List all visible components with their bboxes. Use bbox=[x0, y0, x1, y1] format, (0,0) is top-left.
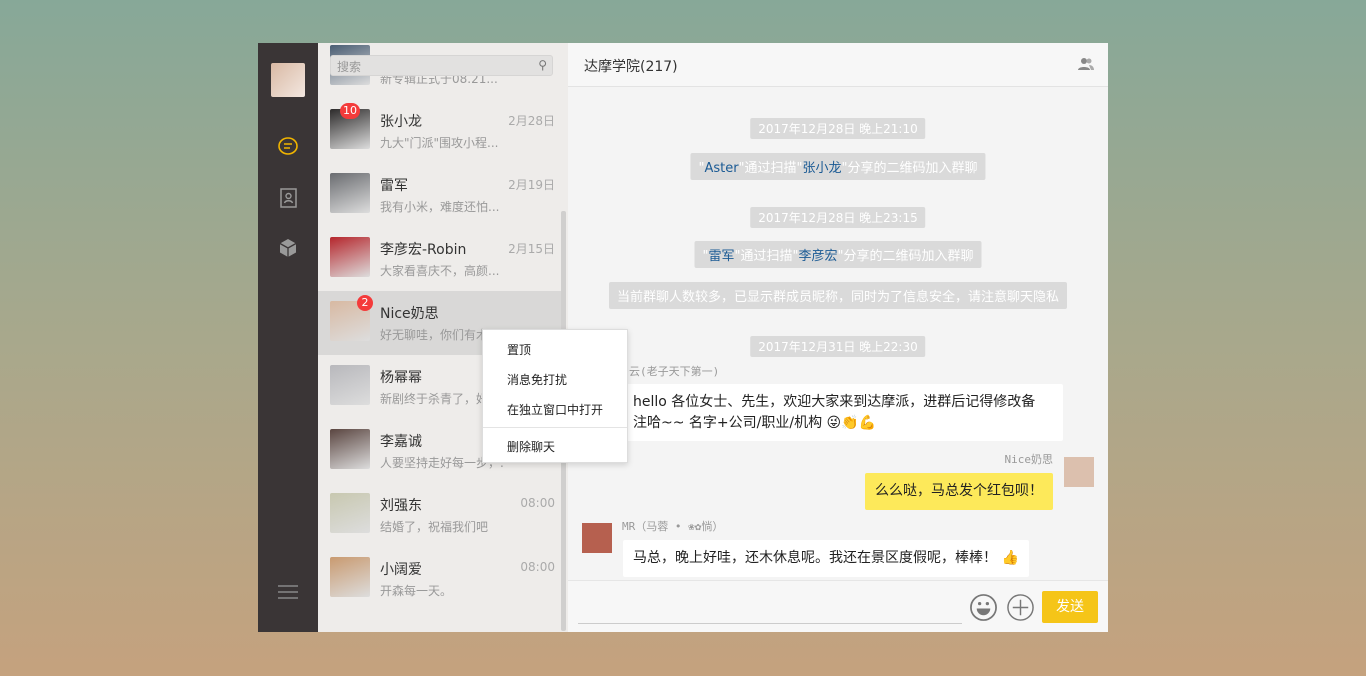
avatar bbox=[330, 429, 370, 469]
sender-name: Nice奶思 bbox=[1004, 453, 1054, 466]
unread-badge: 2 bbox=[357, 295, 373, 311]
avatar bbox=[330, 173, 370, 213]
chat-time: 2月15日 bbox=[508, 242, 555, 256]
chat-list-item[interactable]: 10 张小龙 九大"门派"围攻小程... 2月28日 bbox=[318, 99, 563, 163]
menu-icon[interactable] bbox=[276, 580, 300, 604]
avatar bbox=[1064, 457, 1094, 487]
chat-name: 杨幂幂 bbox=[380, 370, 422, 386]
chat-name: 张小龙 bbox=[380, 114, 422, 130]
chat-time: 2月19日 bbox=[508, 178, 555, 192]
chat-time: 2月28日 bbox=[508, 114, 555, 128]
chat-name: 李嘉诚 bbox=[380, 434, 422, 450]
chat-title: 达摩学院(217) bbox=[584, 59, 678, 75]
avatar bbox=[330, 365, 370, 405]
avatar bbox=[330, 557, 370, 597]
timestamp: 2017年12月31日 晚上22:30 bbox=[750, 336, 926, 357]
chat-panel: 达摩学院(217) 2017年12月28日 晚上21:10 "Aster"通过扫… bbox=[568, 43, 1108, 632]
join-notice: "Aster"通过扫描"张小龙"分享的二维码加入群聊 bbox=[690, 153, 986, 180]
contacts-nav-icon[interactable] bbox=[276, 186, 300, 210]
avatar bbox=[330, 493, 370, 533]
chat-window: 新专辑正式于08.21... 10 张小龙 九大"门派"围攻小程... 2月28… bbox=[258, 43, 1108, 632]
chat-header: 达摩学院(217) bbox=[568, 43, 1108, 87]
chat-time: 08:00 bbox=[520, 560, 555, 574]
menu-item-mute[interactable]: 消息免打扰 bbox=[507, 371, 567, 388]
chat-nav-icon[interactable] bbox=[276, 135, 300, 159]
chat-preview: 我有小米，难度还怕... bbox=[380, 200, 500, 214]
search-input[interactable]: 搜索 ⚲ bbox=[330, 55, 553, 76]
message-bubble-self: 么么哒，马总发个红包呗！ bbox=[865, 473, 1053, 510]
menu-item-open-window[interactable]: 在独立窗口中打开 bbox=[507, 401, 603, 418]
chat-preview: 结婚了，祝福我们吧 bbox=[380, 520, 489, 534]
message-input[interactable] bbox=[578, 623, 962, 624]
emoji-icon[interactable] bbox=[969, 593, 998, 622]
cube-nav-icon[interactable] bbox=[276, 236, 300, 260]
message-bubble: 马总，晚上好哇，还木休息呢。我还在景区度假呢，棒棒！ 👍 bbox=[623, 540, 1029, 577]
chat-list-item[interactable]: 小阔爱 开森每一天。 08:00 bbox=[318, 547, 563, 611]
timestamp: 2017年12月28日 晚上21:10 bbox=[750, 118, 926, 139]
unread-badge: 10 bbox=[340, 103, 360, 119]
timestamp: 2017年12月28日 晚上23:15 bbox=[750, 207, 926, 228]
chat-name: 李彦宏-Robin bbox=[380, 242, 467, 258]
my-avatar[interactable] bbox=[271, 63, 305, 97]
join-notice: "雷军"通过扫描"李彦宏"分享的二维码加入群聊 bbox=[694, 241, 982, 268]
message-bubble: hello 各位女士、先生，欢迎大家来到达摩派，进群后记得修改备 注哈~~ 名字+… bbox=[623, 384, 1063, 441]
chat-name: Nice奶思 bbox=[380, 306, 439, 322]
sender-name: MR（马蓉 • ❀✿惝） bbox=[622, 520, 724, 533]
sender-name: 马云(老子天下第一) bbox=[618, 365, 720, 378]
menu-item-pin[interactable]: 置顶 bbox=[507, 341, 531, 358]
composer: 发送 bbox=[568, 580, 1108, 632]
search-icon[interactable]: ⚲ bbox=[538, 58, 547, 72]
members-icon[interactable] bbox=[1078, 57, 1094, 71]
chat-preview: 开森每一天。 bbox=[380, 584, 453, 598]
avatar bbox=[330, 237, 370, 277]
chat-list-item[interactable]: 雷军 我有小米，难度还怕... 2月19日 bbox=[318, 163, 563, 227]
chat-name: 小阔爱 bbox=[380, 562, 422, 578]
avatar bbox=[582, 523, 612, 553]
menu-item-delete[interactable]: 删除聊天 bbox=[507, 438, 555, 455]
chat-preview: 大家看喜庆不，高颜... bbox=[380, 264, 500, 278]
chat-time: 08:00 bbox=[520, 496, 555, 510]
plus-icon[interactable] bbox=[1006, 593, 1035, 622]
divider bbox=[483, 427, 627, 428]
chat-list-item[interactable]: 李彦宏-Robin 大家看喜庆不，高颜... 2月15日 bbox=[318, 227, 563, 291]
privacy-notice: 当前群聊人数较多，已显示群成员昵称，同时为了信息安全，请注意聊天隐私 bbox=[608, 282, 1068, 309]
sidebar bbox=[258, 43, 318, 632]
chat-name: 刘强东 bbox=[380, 498, 422, 514]
context-menu: 置顶 消息免打扰 在独立窗口中打开 删除聊天 bbox=[482, 329, 628, 463]
chat-name: 雷军 bbox=[380, 178, 408, 194]
chat-list-item[interactable]: 刘强东 结婚了，祝福我们吧 08:00 bbox=[318, 483, 563, 547]
send-button[interactable]: 发送 bbox=[1042, 591, 1098, 623]
chat-preview: 九大"门派"围攻小程... bbox=[380, 136, 499, 150]
